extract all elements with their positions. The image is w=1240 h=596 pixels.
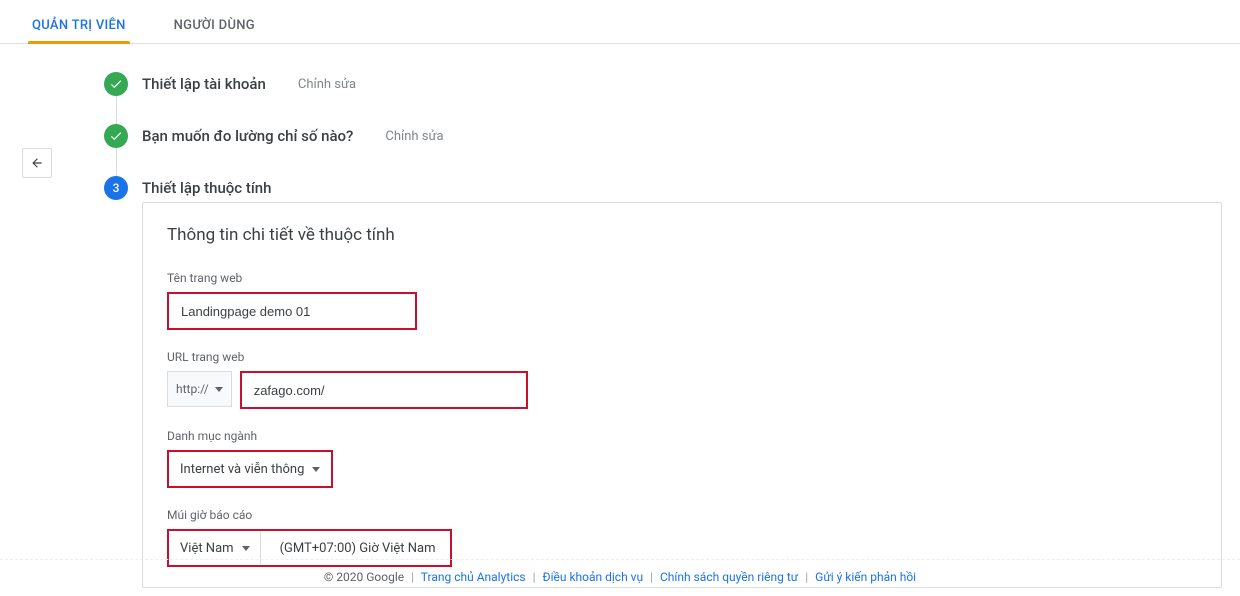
industry-category-value: Internet và viễn thông [180,462,304,477]
separator: | [533,570,536,584]
check-icon [109,77,123,91]
highlight-box [240,371,528,409]
timezone-country-value: Việt Nam [180,541,234,556]
field-website-name: Tên trang web [167,271,1197,330]
footer-link-privacy[interactable]: Chính sách quyền riêng tư [660,570,798,584]
field-industry-category: Danh mục ngành Internet và viễn thông [167,429,1197,488]
industry-category-select[interactable]: Internet và viễn thông [170,453,330,485]
step-2-edit-link[interactable]: Chỉnh sửa [385,129,443,144]
chevron-down-icon [215,387,223,392]
step-1-title: Thiết lập tài khoản [142,75,266,93]
setup-steps: Thiết lập tài khoản Chỉnh sửa Bạn muốn đ… [104,72,1230,588]
url-protocol-value: http:// [176,382,209,396]
website-url-input[interactable] [243,374,525,406]
step-status-current: 3 [104,176,128,200]
footer-link-tos[interactable]: Điều khoản dịch vụ [543,570,644,584]
check-icon [109,129,123,143]
tab-user[interactable]: NGƯỜI DÙNG [170,10,259,43]
arrow-left-icon [28,156,46,170]
step-account: Thiết lập tài khoản Chỉnh sửa [104,72,1230,124]
tab-admin[interactable]: QUẢN TRỊ VIÊN [28,10,130,43]
chevron-down-icon [242,546,250,551]
main-content: Thiết lập tài khoản Chỉnh sửa Bạn muốn đ… [104,72,1240,588]
page-footer: © 2020 Google | Trang chủ Analytics | Đi… [0,559,1240,590]
separator: | [805,570,808,584]
website-url-label: URL trang web [167,350,1197,364]
timezone-label: Múi giờ báo cáo [167,508,1197,522]
website-name-input[interactable] [170,295,414,327]
industry-category-label: Danh mục ngành [167,429,1197,443]
website-name-label: Tên trang web [167,271,1197,285]
step-status-done-icon [104,72,128,96]
field-website-url: URL trang web http:// [167,350,1197,409]
highlight-box: Internet và viễn thông [167,450,333,488]
url-protocol-select[interactable]: http:// [167,371,232,407]
step-property: 3 Thiết lập thuộc tính [104,176,1230,210]
step-measure: Bạn muốn đo lường chỉ số nào? Chỉnh sửa [104,124,1230,176]
footer-link-feedback[interactable]: Gửi ý kiến phản hồi [815,570,916,584]
separator: | [650,570,653,584]
separator: | [411,570,414,584]
step-2-title: Bạn muốn đo lường chỉ số nào? [142,127,353,145]
footer-link-home[interactable]: Trang chủ Analytics [421,570,526,584]
property-details-card: Thông tin chi tiết về thuộc tính Tên tra… [142,202,1222,588]
top-tabs: QUẢN TRỊ VIÊN NGƯỜI DÙNG [0,0,1240,44]
chevron-down-icon [312,467,320,472]
step-status-done-icon [104,124,128,148]
back-button[interactable] [22,148,52,178]
footer-copyright: © 2020 Google [324,570,404,584]
card-heading: Thông tin chi tiết về thuộc tính [167,225,1197,245]
step-3-title: Thiết lập thuộc tính [142,179,271,197]
highlight-box [167,292,417,330]
step-1-edit-link[interactable]: Chỉnh sửa [298,77,356,92]
